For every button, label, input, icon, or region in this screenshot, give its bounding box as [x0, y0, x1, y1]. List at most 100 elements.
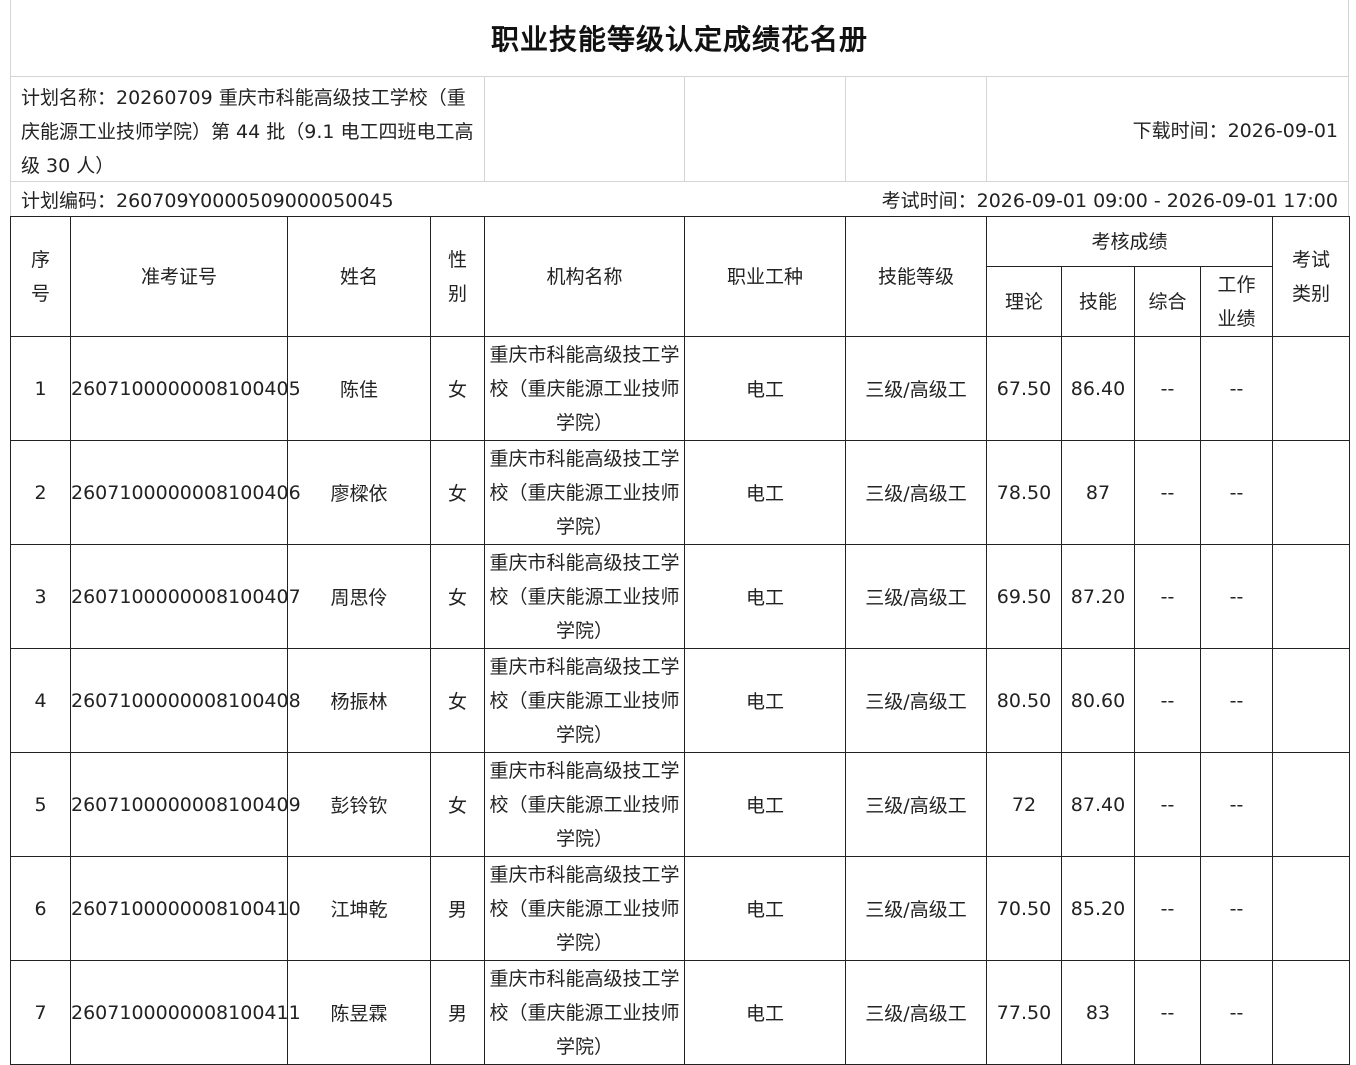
institution-text: 重庆市科能高级技工学校（重庆能源工业技师学院） — [489, 759, 680, 850]
cell-work: -- — [1199, 960, 1274, 1065]
table-row: 3 2607100000008100407 周思伶女重庆市科能高级技工学校（重庆能源… — [10, 544, 1351, 649]
cell-gender: 女 — [430, 544, 485, 649]
cell-level: 三级/高级工 — [845, 752, 987, 857]
cell-occupation: 电工 — [684, 440, 846, 545]
cell-gender: 男 — [430, 856, 485, 961]
score-table: 序号 准考证号 姓名 性别 机构名称 职业工种 技能等级 考核成绩 考试类别 理… — [10, 216, 1351, 1065]
cell-ticket: 2607100000008100405 — [70, 336, 301, 441]
cell-institution: 重庆市科能高级技工学校（重庆能源工业技师学院） — [484, 752, 685, 857]
cell-skill: 83 — [1061, 960, 1135, 1065]
header-seq: 序号 — [10, 216, 71, 337]
cell-comprehensive: -- — [1134, 544, 1201, 649]
download-time: 下载时间：2026-09-01 — [1132, 119, 1338, 142]
cell-theory: 78.50 — [986, 440, 1062, 545]
cell-occupation: 电工 — [684, 856, 846, 961]
exam-time: 考试时间：2026-09-01 09:00 - 2026-09-01 17:00 — [881, 189, 1338, 212]
cell-institution: 重庆市科能高级技工学校（重庆能源工业技师学院） — [484, 336, 685, 441]
cell-occupation: 电工 — [684, 336, 846, 441]
cell-name: 陈昱霖 — [287, 960, 431, 1065]
cell-comprehensive: -- — [1134, 752, 1201, 857]
cell-work: -- — [1199, 648, 1274, 753]
cell-exam-type — [1272, 648, 1351, 753]
header-name: 姓名 — [287, 216, 431, 337]
cell-theory: 70.50 — [986, 856, 1062, 961]
cell-institution: 重庆市科能高级技工学校（重庆能源工业技师学院） — [484, 856, 685, 961]
cell-occupation: 电工 — [684, 544, 846, 649]
header-theory: 理论 — [986, 266, 1062, 337]
institution-text: 重庆市科能高级技工学校（重庆能源工业技师学院） — [489, 343, 680, 434]
cell-occupation: 电工 — [684, 648, 846, 753]
header-exam-type: 考试类别 — [1272, 216, 1351, 337]
cell-level: 三级/高级工 — [845, 960, 987, 1065]
header-skill: 技能 — [1061, 266, 1135, 337]
empty-cell — [846, 77, 987, 181]
cell-comprehensive: -- — [1134, 960, 1201, 1065]
header-scores: 考核成绩 — [985, 216, 1274, 267]
cell-name: 江坤乾 — [287, 856, 431, 961]
cell-ticket: 2607100000008100411 — [70, 960, 301, 1065]
table-row: 2 2607100000008100406 廖樑依女重庆市科能高级技工学校（重庆能源… — [10, 440, 1351, 545]
page-title: 职业技能等级认定成绩花名册 — [10, 0, 1349, 77]
cell-gender: 女 — [430, 336, 485, 441]
institution-text: 重庆市科能高级技工学校（重庆能源工业技师学院） — [489, 967, 680, 1058]
cell-seq: 3 — [10, 544, 71, 649]
institution-text: 重庆市科能高级技工学校（重庆能源工业技师学院） — [489, 655, 680, 746]
header-occupation: 职业工种 — [684, 216, 846, 337]
cell-exam-type — [1272, 440, 1351, 545]
cell-gender: 女 — [430, 752, 485, 857]
table-row: 6 2607100000008100410 江坤乾男重庆市科能高级技工学校（重庆能源… — [10, 856, 1351, 961]
cell-institution: 重庆市科能高级技工学校（重庆能源工业技师学院） — [484, 960, 685, 1065]
institution-text: 重庆市科能高级技工学校（重庆能源工业技师学院） — [489, 551, 680, 642]
roster-sheet: 职业技能等级认定成绩花名册 计划名称：20260709 重庆市科能高级技工学校（… — [10, 0, 1351, 1065]
cell-work: -- — [1199, 752, 1274, 857]
table-row: 5 2607100000008100409 彭铃钦女重庆市科能高级技工学校（重庆能源… — [10, 752, 1351, 857]
cell-institution: 重庆市科能高级技工学校（重庆能源工业技师学院） — [484, 648, 685, 753]
cell-level: 三级/高级工 — [845, 544, 987, 649]
header-comprehensive: 综合 — [1134, 266, 1201, 337]
institution-text: 重庆市科能高级技工学校（重庆能源工业技师学院） — [489, 863, 680, 954]
cell-institution: 重庆市科能高级技工学校（重庆能源工业技师学院） — [484, 440, 685, 545]
cell-exam-type — [1272, 544, 1351, 649]
cell-name: 杨振林 — [287, 648, 431, 753]
plan-info-row: 计划名称：20260709 重庆市科能高级技工学校（重庆能源工业技师学院）第 4… — [10, 77, 1349, 182]
institution-text: 重庆市科能高级技工学校（重庆能源工业技师学院） — [489, 447, 680, 538]
cell-exam-type — [1272, 960, 1351, 1065]
cell-exam-type — [1272, 856, 1351, 961]
cell-exam-type — [1272, 752, 1351, 857]
cell-work: -- — [1199, 856, 1274, 961]
cell-seq: 6 — [10, 856, 71, 961]
table-row: 4 2607100000008100408 杨振林女重庆市科能高级技工学校（重庆能源… — [10, 648, 1351, 753]
cell-name: 周思伶 — [287, 544, 431, 649]
cell-ticket: 2607100000008100407 — [70, 544, 301, 649]
cell-skill: 86.40 — [1061, 336, 1135, 441]
cell-name: 陈佳 — [287, 336, 431, 441]
cell-theory: 80.50 — [986, 648, 1062, 753]
header-gender: 性别 — [430, 216, 485, 337]
cell-skill: 85.20 — [1061, 856, 1135, 961]
cell-comprehensive: -- — [1134, 336, 1201, 441]
cell-ticket: 2607100000008100408 — [70, 648, 301, 753]
cell-occupation: 电工 — [684, 960, 846, 1065]
cell-theory: 72 — [986, 752, 1062, 857]
cell-comprehensive: -- — [1134, 648, 1201, 753]
plan-code: 计划编码：260709Y0000509000050045 — [21, 189, 394, 212]
cell-gender: 女 — [430, 440, 485, 545]
header-institution: 机构名称 — [484, 216, 685, 337]
cell-institution: 重庆市科能高级技工学校（重庆能源工业技师学院） — [484, 544, 685, 649]
cell-seq: 7 — [10, 960, 71, 1065]
cell-level: 三级/高级工 — [845, 336, 987, 441]
cell-level: 三级/高级工 — [845, 440, 987, 545]
header-level: 技能等级 — [845, 216, 987, 337]
cell-gender: 女 — [430, 648, 485, 753]
cell-name: 彭铃钦 — [287, 752, 431, 857]
plan-code-row: 计划编码：260709Y0000509000050045 考试时间：2026-0… — [10, 182, 1349, 216]
cell-level: 三级/高级工 — [845, 648, 987, 753]
cell-skill: 87.20 — [1061, 544, 1135, 649]
table-row: 1 2607100000008100405 陈佳女重庆市科能高级技工学校（重庆能源工… — [10, 336, 1351, 441]
cell-skill: 80.60 — [1061, 648, 1135, 753]
cell-name: 廖樑依 — [287, 440, 431, 545]
cell-theory: 67.50 — [986, 336, 1062, 441]
cell-ticket: 2607100000008100406 — [70, 440, 301, 545]
cell-occupation: 电工 — [684, 752, 846, 857]
cell-comprehensive: -- — [1134, 856, 1201, 961]
